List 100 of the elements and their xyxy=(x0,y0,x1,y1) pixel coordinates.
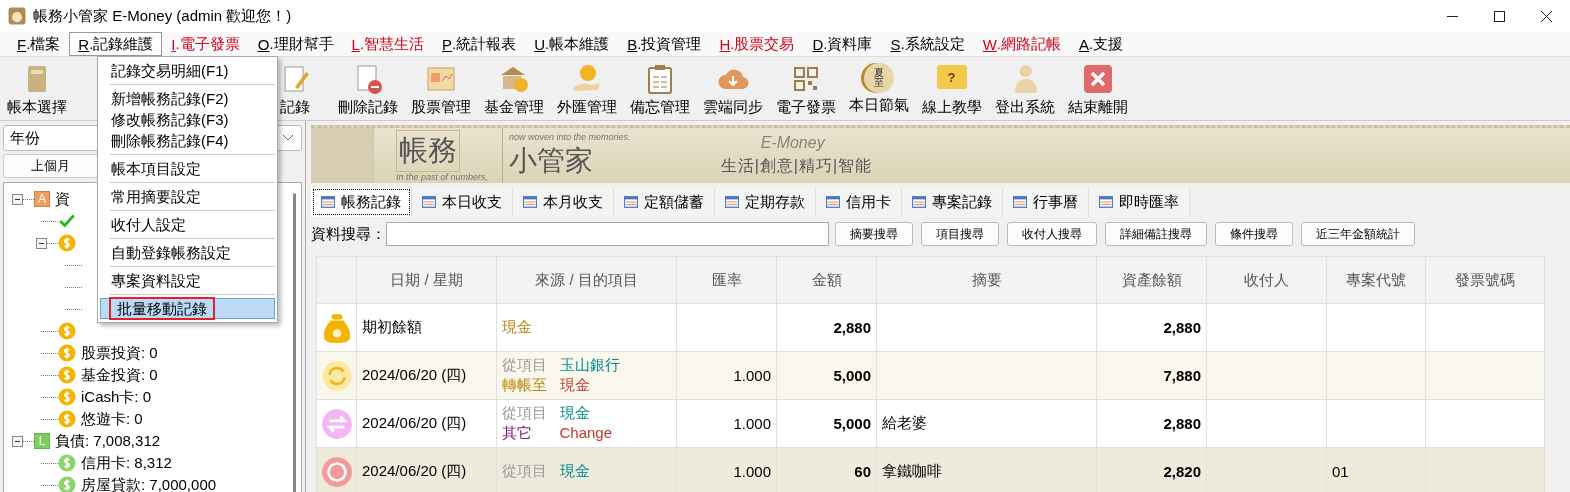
menu-item[interactable]: S.系統設定 xyxy=(881,32,974,56)
toolbar-button[interactable]: 外匯管理 xyxy=(550,57,623,120)
menu-item[interactable]: U.帳本維護 xyxy=(525,32,619,56)
table-cell: 期初餘額 xyxy=(357,304,497,352)
table-icon xyxy=(725,195,739,209)
item-role-label: 其它 xyxy=(502,424,533,443)
column-header: 收付人 xyxy=(1207,257,1327,304)
menu-item[interactable]: 收付人設定 xyxy=(100,214,275,235)
checkmark-icon xyxy=(58,212,76,230)
search-button[interactable]: 收付人搜尋 xyxy=(1007,222,1097,246)
search-button[interactable]: 項目搜尋 xyxy=(921,222,999,246)
table-icon xyxy=(422,195,436,209)
scrollbar-thumb[interactable] xyxy=(292,193,296,492)
menu-item[interactable]: W.網路記帳 xyxy=(973,32,1070,56)
search-button[interactable]: 摘要搜尋 xyxy=(835,222,913,246)
table-cell: 2024/06/20 (四) xyxy=(357,352,497,400)
dollar-coin-icon xyxy=(319,454,354,489)
toolbar-button[interactable]: 夏至 本日節氣 xyxy=(842,57,915,120)
search-label: 資料搜尋： xyxy=(311,224,386,244)
banner-tagline: now woven into the memories. xyxy=(509,131,631,142)
tree-item-label[interactable]: 基金投資: 0 xyxy=(81,365,158,385)
close-icon xyxy=(1081,63,1114,95)
table-icon xyxy=(624,195,638,209)
table-cell: 5,000 xyxy=(777,352,877,400)
toolbar-button[interactable]: 備忘管理 xyxy=(623,57,696,120)
column-header: 金額 xyxy=(777,257,877,304)
menu-item[interactable]: F.檔案 xyxy=(8,32,70,56)
item-role-label: 從項目 xyxy=(502,462,548,481)
collapse-icon[interactable] xyxy=(36,237,47,249)
column-header: 資產餘額 xyxy=(1097,257,1207,304)
table-cell: 2,820 xyxy=(1097,448,1207,492)
table-icon xyxy=(1099,195,1113,209)
toolbar-button[interactable]: 結束離開 xyxy=(1061,57,1134,120)
menu-item[interactable]: B.投資管理 xyxy=(618,32,711,56)
toolbar-button[interactable]: ? 線上教學 xyxy=(915,57,988,120)
maximize-icon xyxy=(1494,10,1505,22)
table-cell: 2024/06/20 (四) xyxy=(357,448,497,492)
table-icon xyxy=(523,195,537,209)
table-cell: 1.000 xyxy=(677,448,777,492)
account-name: Change xyxy=(559,424,613,443)
column-header: 專案代號 xyxy=(1327,257,1426,304)
account-name: 現金 xyxy=(559,376,590,395)
collapse-icon[interactable] xyxy=(12,435,23,447)
toolbar-button[interactable]: 帳本選擇 xyxy=(0,57,73,120)
table-cell: 1.000 xyxy=(677,400,777,448)
menu-item[interactable]: A.支援 xyxy=(1070,32,1133,56)
menu-item[interactable]: 自動登錄帳務設定 xyxy=(100,242,275,263)
menu-item[interactable]: I.電子發票 xyxy=(162,32,249,56)
category-badge: A xyxy=(34,191,50,207)
tree-item-label[interactable]: 信用卡: 8,312 xyxy=(81,453,172,473)
table-icon xyxy=(321,195,335,209)
column-header: 摘要 xyxy=(877,257,1097,304)
table-cell: 2,880 xyxy=(777,304,877,352)
search-button[interactable]: 詳細備註搜尋 xyxy=(1105,222,1207,246)
menu-item[interactable]: 常用摘要設定 xyxy=(100,186,275,207)
toolbar-button[interactable]: 股票管理 xyxy=(404,57,477,120)
table-cell: 2,880 xyxy=(1097,400,1207,448)
table-cell: 2,880 xyxy=(1097,304,1207,352)
tree-item-label[interactable]: 房屋貸款: 7,000,000 xyxy=(81,475,217,492)
previous-month-button[interactable]: 上個月 xyxy=(3,154,98,178)
search-field[interactable] xyxy=(386,222,829,246)
menu-item[interactable]: 專案資料設定 xyxy=(100,270,275,291)
menu-item[interactable]: P.統計報表 xyxy=(433,32,526,56)
menu-item[interactable]: 帳本項目設定 xyxy=(100,158,275,179)
banner-title: 帳務 xyxy=(396,129,460,172)
toolbar-button[interactable]: 雲端同步 xyxy=(696,57,769,120)
toolbar-button[interactable]: 刪除記錄 xyxy=(331,57,404,120)
banner-tagline: In the past of numbers, xyxy=(396,171,489,182)
search-button[interactable]: 條件搜尋 xyxy=(1215,222,1293,246)
tab[interactable]: 帳務記錄 xyxy=(311,187,412,217)
menu-item[interactable]: 批量移動記錄 xyxy=(100,298,275,319)
tree-item-label[interactable]: 悠遊卡: 0 xyxy=(81,409,143,429)
menu-item[interactable]: O.理財幫手 xyxy=(248,32,343,56)
search-button[interactable]: 近三年金額統計 xyxy=(1301,222,1415,246)
menu-item[interactable]: L.智慧生活 xyxy=(342,32,434,56)
help-bubble-icon: ? xyxy=(936,65,967,89)
tree-item-label[interactable]: 資 xyxy=(55,189,70,209)
tree-item-label[interactable]: 股票投資: 0 xyxy=(81,343,158,363)
table-cell: 1.000 xyxy=(677,352,777,400)
tree-item-label[interactable]: iCash卡: 0 xyxy=(81,387,152,407)
column-header: 匯率 xyxy=(677,257,777,304)
menu-item[interactable]: D.資料庫 xyxy=(803,32,882,56)
toolbar-button[interactable]: 基金管理 xyxy=(477,57,550,120)
banner-subtitle: 小管家 xyxy=(509,143,595,178)
table-icon xyxy=(912,195,926,209)
close-icon xyxy=(1541,10,1552,22)
menu-item[interactable]: 刪除帳務記錄(F4) xyxy=(100,130,275,151)
menu-item[interactable]: R.記錄維護 xyxy=(69,32,163,56)
collapse-icon[interactable] xyxy=(12,193,23,205)
tree-item-label[interactable]: 負債: 7,008,312 xyxy=(55,431,161,451)
app-logo-icon xyxy=(8,7,26,25)
table-cell: 60 xyxy=(777,448,877,492)
transfer-icon xyxy=(319,358,354,393)
column-header: 日期 / 星期 xyxy=(357,257,497,304)
menu-item[interactable]: H.股票交易 xyxy=(710,32,804,56)
toolbar-button[interactable]: 登出系統 xyxy=(988,57,1061,120)
toolbar-button[interactable]: 電子發票 xyxy=(769,57,842,120)
table-icon xyxy=(826,195,840,209)
category-badge: L xyxy=(34,433,50,449)
chevron-down-icon xyxy=(283,135,293,141)
